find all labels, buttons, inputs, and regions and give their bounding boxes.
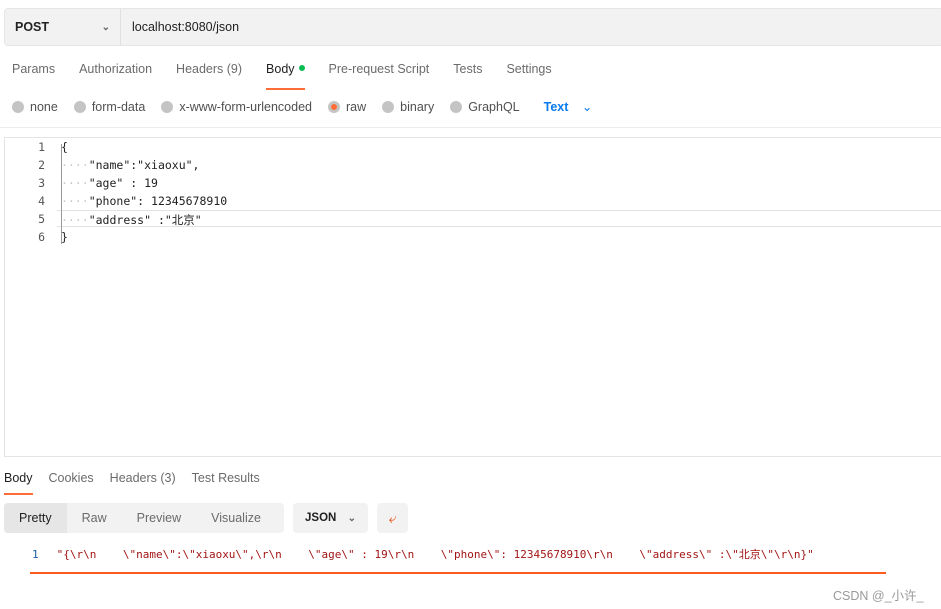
response-line: 1 "{\r\n \"name\":\"xiaoxu\",\r\n \"age\"… — [32, 546, 814, 562]
line-number: 3 — [38, 176, 45, 190]
tab-params[interactable]: Params — [12, 62, 55, 90]
wrap-lines-button[interactable]: ⤶ — [377, 503, 408, 533]
line-number: 6 — [38, 230, 45, 244]
radio-label: binary — [400, 99, 435, 114]
radio-label: x-www-form-urlencoded — [179, 99, 312, 114]
tab-body-label: Body — [266, 62, 295, 76]
wrap-lines-icon: ⤶ — [388, 510, 397, 526]
tab-headers[interactable]: Headers (9) — [176, 62, 242, 90]
view-pretty-button[interactable]: Pretty — [4, 503, 67, 533]
method-select[interactable]: POST ⌄ — [5, 9, 121, 45]
radio-raw[interactable]: raw — [328, 100, 366, 114]
code-line: ····"phone": 12345678910 — [61, 194, 227, 208]
code-line: ····"age" : 19 — [61, 176, 158, 190]
tab-settings[interactable]: Settings — [506, 62, 551, 90]
tab-response-headers[interactable]: Headers (3) — [110, 471, 176, 495]
tab-tests[interactable]: Tests — [453, 62, 482, 90]
code-line: ····"name":"xiaoxu", — [61, 158, 199, 172]
code-text: "phone": 12345678910 — [88, 194, 228, 208]
radio-selected-icon — [328, 100, 340, 113]
tab-test-results[interactable]: Test Results — [192, 471, 260, 495]
code-text: "name":"xiaoxu", — [88, 158, 200, 172]
view-raw-button[interactable]: Raw — [67, 503, 122, 533]
code-line: { — [61, 140, 68, 154]
radio-form-data[interactable]: form-data — [73, 99, 146, 114]
code-line: ····"address" :"北京" — [61, 212, 202, 228]
url-bar: POST ⌄ localhost:8080/json — [4, 8, 941, 46]
tab-pre-request-script[interactable]: Pre-request Script — [329, 62, 430, 90]
raw-format-label: Text — [543, 100, 569, 114]
radio-none[interactable]: none — [12, 100, 58, 114]
radio-icon — [73, 100, 86, 113]
radio-label: none — [30, 99, 58, 114]
radio-icon — [382, 100, 395, 113]
line-number: 5 — [38, 212, 45, 226]
radio-icon — [161, 100, 174, 113]
radio-label: raw — [346, 99, 367, 114]
code-text: } — [61, 230, 68, 244]
response-format-select[interactable]: JSON ⌄ — [293, 503, 368, 533]
radio-x-www-form-urlencoded[interactable]: x-www-form-urlencoded — [161, 100, 312, 114]
tab-cookies[interactable]: Cookies — [49, 471, 94, 495]
line-number: 4 — [38, 194, 45, 208]
request-tabs: Params Authorization Headers (9) Body Pr… — [12, 62, 576, 90]
highlight-underline — [30, 572, 886, 574]
whitespace-marker: ···· — [61, 194, 89, 208]
body-editor[interactable]: 1{2 ····"name":"xiaoxu", 3 ····"age" : 19 4 ·… — [4, 137, 941, 457]
line-number: 1 — [32, 548, 39, 561]
chevron-down-icon: ⌄ — [101, 21, 110, 33]
radio-graphql[interactable]: GraphQL — [450, 99, 520, 114]
radio-label: form-data — [91, 99, 146, 114]
response-text: "{\r\n \"name\":\"xiaoxu\",\r\n \"age\" … — [56, 548, 814, 561]
whitespace-marker: ···· — [61, 158, 89, 172]
body-type-radios: none form-data x-www-form-urlencoded raw… — [12, 99, 592, 114]
response-view-toggle: Pretty Raw Preview Visualize — [4, 503, 284, 533]
radio-icon — [450, 100, 463, 113]
tab-response-body[interactable]: Body — [4, 471, 33, 495]
status-dot-icon — [298, 65, 305, 71]
url-input[interactable]: localhost:8080/json — [121, 20, 239, 34]
watermark: CSDN @_小许_ — [833, 589, 924, 603]
radio-label: GraphQL — [468, 99, 520, 114]
line-number: 1 — [38, 140, 45, 154]
view-preview-button[interactable]: Preview — [122, 503, 196, 533]
chevron-down-icon: ⌄ — [581, 100, 593, 114]
code-text: "address" :"北京" — [88, 213, 202, 227]
whitespace-marker: ···· — [61, 213, 89, 227]
line-number: 2 — [38, 158, 45, 172]
tab-body[interactable]: Body — [266, 62, 305, 90]
tab-authorization[interactable]: Authorization — [79, 62, 152, 90]
code-line: } — [61, 230, 68, 244]
radio-binary[interactable]: binary — [382, 100, 434, 114]
whitespace-marker: ···· — [61, 176, 89, 190]
chevron-down-icon: ⌄ — [347, 512, 356, 524]
code-text: { — [61, 140, 68, 154]
code-text: "age" : 19 — [88, 176, 158, 190]
divider — [0, 127, 941, 128]
response-tabs: Body Cookies Headers (3) Test Results — [4, 471, 276, 495]
radio-icon — [12, 100, 24, 113]
format-label: JSON — [305, 512, 337, 524]
method-label: POST — [15, 20, 50, 34]
view-visualize-button[interactable]: Visualize — [196, 503, 276, 533]
raw-format-select[interactable]: Text ⌄ — [544, 99, 593, 114]
